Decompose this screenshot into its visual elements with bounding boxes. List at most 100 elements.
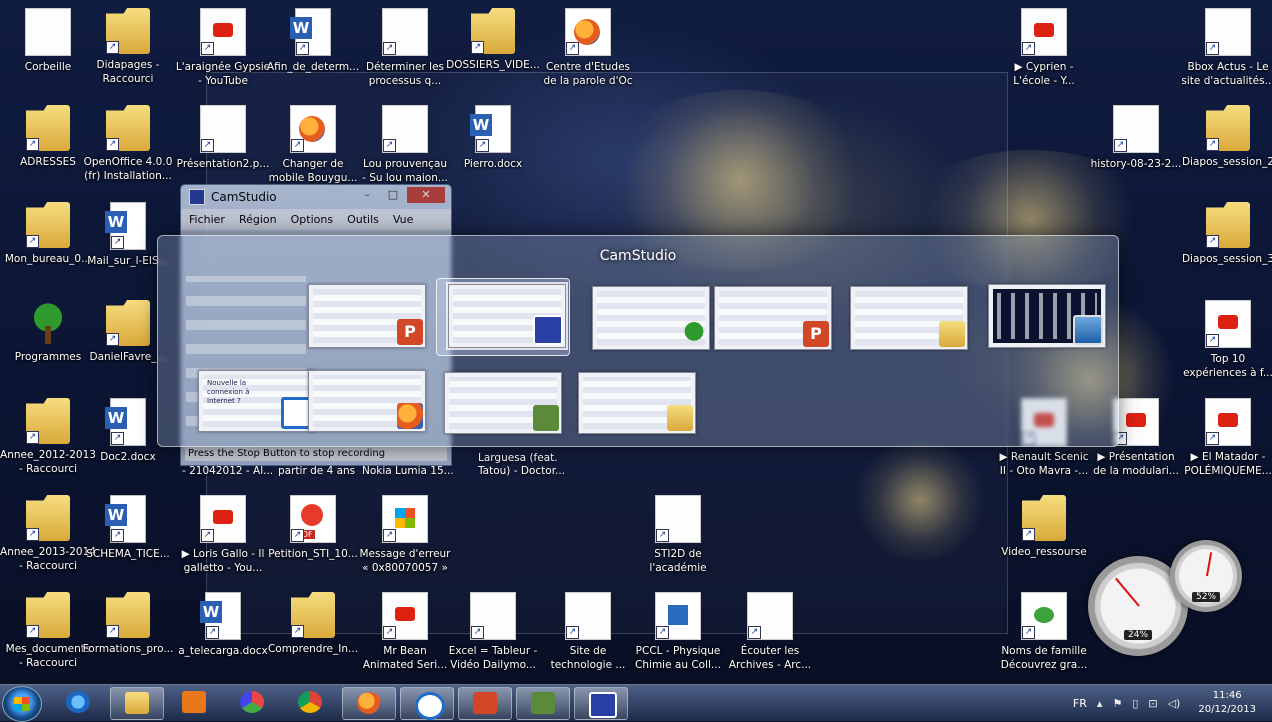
switcher-thumb-powerpoint[interactable]: P	[714, 286, 832, 350]
action-center-flag-icon[interactable]: ⚑	[1112, 697, 1122, 710]
minimize-button[interactable]: –	[355, 187, 379, 203]
white-icon: ↗	[382, 8, 428, 56]
desktop-icon-comprendre[interactable]: ↗ Comprendre_In...	[265, 592, 361, 656]
thumb-text: Nouvelle la connexion à Internet ?	[207, 379, 250, 405]
desktop-icon-bbox[interactable]: ↗ Bbox Actus - Le site d'actualités...	[1180, 8, 1272, 88]
shortcut-arrow-icon: ↗	[111, 236, 124, 249]
desktop-icon-centre[interactable]: ↗ Centre d'Etudes de la parole d'Oc	[540, 8, 636, 88]
switcher-thumb-programmes[interactable]	[592, 286, 710, 350]
switcher-thumb-desktop-screen[interactable]	[988, 284, 1106, 348]
desktop-icon-sti2d[interactable]: ↗ STI2D de l'académie	[630, 495, 726, 575]
desktop-icon-elmatador[interactable]: ↗ ▶ El Matador - POLÉMIQUEME...	[1180, 398, 1272, 478]
desktop-icon-label: Top 10 expériences à f...	[1183, 353, 1272, 379]
desktop-icon-message[interactable]: ↗ Message d'erreur « 0x80070057 » ...	[357, 495, 453, 575]
clock[interactable]: 11:46 20/12/2013	[1198, 689, 1256, 717]
desktop-icon-openoffice[interactable]: ↗ OpenOffice 4.0.0 (fr) Installation...	[80, 105, 176, 183]
shortcut-arrow-icon: ↗	[1206, 42, 1219, 55]
switcher-thumb-explorer-2[interactable]	[578, 372, 696, 434]
network-icon[interactable]: ⊡	[1148, 697, 1157, 710]
desktop-icon-atelecarga[interactable]: ↗ a_telecarga.docx	[175, 592, 271, 658]
taskbar-app-ppt[interactable]	[458, 687, 512, 720]
menu-item-outils[interactable]: Outils	[347, 213, 379, 226]
desktop-partial-label: Larguesa (feat.	[478, 452, 558, 464]
desktop-icon-videoressource[interactable]: ↗ Video_ressourse	[996, 495, 1092, 559]
taskbar-app-media[interactable]	[168, 687, 220, 718]
close-button[interactable]: ✕	[407, 187, 445, 203]
desktop-icon-pierro[interactable]: ↗ Pierro.docx	[445, 105, 541, 171]
word-icon: ↗	[290, 8, 331, 56]
desktop-icon-lou[interactable]: ↗ Lou prouvençau - Su lou maion...	[357, 105, 453, 185]
switcher-thumb-firefox[interactable]	[308, 370, 426, 432]
taskbar-app-chrome[interactable]	[284, 687, 336, 718]
desktop-icon-label: OpenOffice 4.0.0 (fr) Installation...	[83, 156, 173, 182]
yt-icon: ↗	[200, 495, 246, 543]
switcher-thumb-connexion[interactable]: Nouvelle la connexion à Internet ?	[198, 370, 316, 432]
desktop-icon-top10[interactable]: ↗ Top 10 expériences à f...	[1180, 300, 1272, 380]
desktop-icon-changer[interactable]: ↗ Changer de mobile Bouygu...	[265, 105, 361, 185]
shortcut-arrow-icon: ↗	[111, 432, 124, 445]
start-button[interactable]	[2, 686, 42, 722]
desktop-icon-schema[interactable]: ↗ SCHEMA_TICE...	[80, 495, 176, 561]
alt-tab-switcher[interactable]: CamStudio P P Nouvelle la connexion à Inte…	[157, 235, 1119, 447]
volume-icon[interactable]: ◁)	[1168, 697, 1181, 710]
desktop-icon-nomsfamille[interactable]: ↗ Noms de famille Découvrez gra...	[996, 592, 1092, 672]
switcher-thumb-camstudio[interactable]	[446, 282, 568, 350]
desktop-icon-history[interactable]: ↗ history-08-23-2...	[1088, 105, 1184, 171]
shortcut-arrow-icon: ↗	[1114, 139, 1127, 152]
ms-icon: ↗	[382, 495, 428, 543]
shortcut-arrow-icon: ↗	[26, 528, 39, 541]
shortcut-arrow-icon: ↗	[201, 42, 214, 55]
taskbar-app-paint[interactable]	[226, 687, 278, 718]
taskbar-app-cam[interactable]	[574, 687, 628, 720]
desktop-icon-label: Changer de mobile Bouygu...	[268, 158, 358, 184]
desktop-icon-label: Lou prouvençau - Su lou maion...	[362, 158, 448, 184]
switcher-thumb-calc[interactable]	[444, 372, 562, 434]
desktop-icon-sitetechno[interactable]: ↗ Site de technologie ...	[540, 592, 636, 672]
menu-item-vue[interactable]: Vue	[393, 213, 414, 226]
desktop-icon-cyprien[interactable]: ↗ ▶ Cyprien - L'école - Y...	[996, 8, 1092, 88]
desktop-icon-diapos2[interactable]: ↗ Diapos_session_2	[1180, 105, 1272, 169]
media-icon	[182, 691, 206, 713]
taskbar-app-c[interactable]	[400, 687, 454, 720]
language-indicator[interactable]: FR	[1073, 697, 1087, 710]
desktop-icon-ecouter[interactable]: ↗ Écouter les Archives - Arc...	[722, 592, 818, 672]
desktop-icon-dossiers[interactable]: ↗ DOSSIERS_VIDE...	[445, 8, 541, 72]
menu-item-fichier[interactable]: Fichier	[189, 213, 225, 226]
desktop-icon-araignee[interactable]: ↗ L'araignée Gypsie - YouTube	[175, 8, 271, 88]
taskbar-app-calc[interactable]	[516, 687, 570, 720]
desktop-icon-lorisgallo[interactable]: ↗ ▶ Loris Gallo - Il galletto - You...	[175, 495, 271, 575]
menu-item-options[interactable]: Options	[291, 213, 333, 226]
desktop-icon-diapos3[interactable]: ↗ Diapos_session_3	[1180, 202, 1272, 266]
shortcut-arrow-icon: ↗	[201, 139, 214, 152]
shortcut-arrow-icon: ↗	[26, 625, 39, 638]
taskbar-app-firefox[interactable]	[342, 687, 396, 720]
desktop-partial-label: partir de 4 ans	[278, 465, 356, 477]
taskbar-app-ie[interactable]	[52, 687, 104, 718]
show-hidden-icons-icon[interactable]: ▴	[1097, 697, 1103, 710]
tree-icon	[26, 300, 70, 346]
desktop-icon-afin[interactable]: ↗ Afin_de_determ...	[265, 8, 361, 74]
memory-gauge[interactable]: 52%	[1170, 540, 1242, 612]
desktop-icon-didapages[interactable]: ↗ Didapages - Raccourci	[80, 8, 176, 86]
menu-item-région[interactable]: Région	[239, 213, 277, 226]
switcher-thumb-ppt-screen[interactable]: P	[308, 284, 426, 348]
shortcut-arrow-icon: ↗	[26, 138, 39, 151]
yt-icon: ↗	[200, 8, 246, 56]
switcher-thumb-explorer[interactable]	[850, 286, 968, 350]
maximize-button[interactable]: □	[381, 187, 405, 203]
desktop-icon-mrbean[interactable]: ↗ Mr Bean Animated Seri...	[357, 592, 453, 672]
shortcut-arrow-icon: ↗	[566, 626, 579, 639]
desktop-icon-label: Video_ressourse	[1001, 546, 1087, 558]
word-icon: ↗	[105, 202, 146, 250]
device-icon[interactable]: ▯	[1132, 697, 1138, 710]
shortcut-arrow-icon: ↗	[291, 529, 304, 542]
desktop-icon-presentation2[interactable]: ↗ Présentation2.p...	[175, 105, 271, 171]
ppt-app-icon: P	[803, 321, 829, 347]
desktop-icon-pccl[interactable]: ↗ PCCL - Physique Chimie au Coll...	[630, 592, 726, 672]
desktop-icon-petition[interactable]: ↗ Petition_STI_10...	[265, 495, 361, 561]
desktop-icon-formations[interactable]: ↗ Formations_pro...	[80, 592, 176, 656]
shortcut-arrow-icon: ↗	[1022, 528, 1035, 541]
desktop-icon-excel[interactable]: ↗ Excel = Tableur - Vidéo Dailymo...	[445, 592, 541, 672]
desktop-icon-determiner[interactable]: ↗ Déterminer les processus q...	[357, 8, 453, 88]
taskbar-app-explorer[interactable]	[110, 687, 164, 720]
